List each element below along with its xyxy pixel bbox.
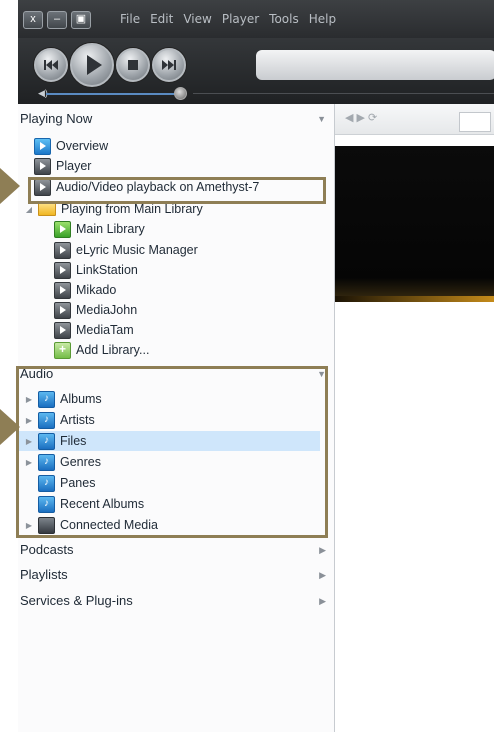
sidebar-item-label: Mikado [76,283,117,297]
now-playing-display [256,50,494,80]
highlight-frame-audio [16,366,328,538]
sidebar-item-label: Main Library [76,222,145,236]
sidebar-item-label: MediaJohn [76,303,138,317]
content-pane: ◀ ▶ ⟳ [335,104,494,732]
library-green-icon [54,220,71,238]
library-gray-icon [54,301,71,319]
expand-arrow-icon[interactable]: ▶ [319,545,326,556]
close-window-button[interactable]: x [23,11,43,29]
transport-bar: ◀) [18,38,494,104]
volume-slider-handle[interactable] [174,87,187,100]
minimize-window-button[interactable]: – [47,11,67,29]
expand-arrow-icon[interactable]: ◢ [24,205,34,214]
seek-bar[interactable] [193,93,494,94]
sidebar-item-label: Playing from Main Library [61,202,203,216]
menu-help[interactable]: Help [309,12,336,26]
sidebar-item-mikado[interactable]: Mikado [54,280,116,300]
stop-button[interactable] [116,48,150,82]
folder-icon [38,202,56,216]
library-gray-icon [54,261,71,279]
sidebar-item-mediatam[interactable]: MediaTam [54,320,134,340]
volume-slider[interactable] [46,93,176,95]
section-label: Podcasts [20,542,74,557]
play-button[interactable] [70,43,114,87]
library-gray-icon [54,241,71,259]
sidebar-item-overview[interactable]: Overview [34,136,108,156]
section-label: Playing Now [20,111,93,126]
library-gray-icon [54,281,71,299]
sidebar-item-elyric[interactable]: eLyric Music Manager [54,240,198,260]
previous-icon [44,60,58,70]
section-playing-now[interactable]: Playing Now ▼ [18,109,334,129]
stop-icon [128,60,138,70]
player-gray-icon [34,157,51,175]
library-gray-icon [54,321,71,339]
sidebar-item-main-library[interactable]: Main Library [54,219,145,239]
restore-window-button[interactable]: ▣ [71,11,91,29]
sidebar-item-label: eLyric Music Manager [76,243,198,257]
playlist-blue-icon [34,137,51,155]
back-forward-refresh-icon[interactable]: ◀ ▶ ⟳ [345,111,377,124]
video-display[interactable] [335,146,494,301]
add-library-icon: + [54,341,71,359]
menu-file[interactable]: File [120,12,140,26]
section-label: Services & Plug-ins [20,593,133,608]
section-playlists[interactable]: Playlists ▶ [18,565,334,585]
menu-bar: File Edit View Player Tools Help [120,12,336,26]
sidebar-item-label: MediaTam [76,323,134,337]
section-podcasts[interactable]: Podcasts ▶ [18,540,334,560]
previous-button[interactable] [34,48,68,82]
menu-view[interactable]: View [183,12,211,26]
expand-arrow-icon[interactable]: ▶ [319,570,326,581]
sidebar-item-linkstation[interactable]: LinkStation [54,260,138,280]
section-services-plugins[interactable]: Services & Plug-ins ▶ [18,591,334,611]
title-bar: x – ▣ File Edit View Player Tools Help [18,0,494,38]
sidebar-item-label: Overview [56,139,109,153]
section-label: Playlists [20,567,68,582]
menu-edit[interactable]: Edit [150,12,173,26]
sidebar-item-label: Add Library... [76,343,150,357]
window-controls: x – ▣ [23,11,91,29]
sidebar-item-mediajohn[interactable]: MediaJohn [54,300,137,320]
content-toolbar: ◀ ▶ ⟳ [335,104,494,135]
menu-player[interactable]: Player [222,12,259,26]
collapse-arrow-icon[interactable]: ▼ [317,114,326,124]
play-icon [87,55,102,75]
expand-arrow-icon[interactable]: ▶ [319,596,326,607]
callout-arrow-top [0,168,20,204]
sidebar-item-add-library[interactable]: + Add Library... [54,340,149,360]
sidebar-item-label: LinkStation [76,263,138,277]
next-icon [162,60,176,70]
video-highlight [335,296,494,302]
content-tab[interactable] [459,112,491,132]
sidebar-item-player[interactable]: Player [34,156,91,176]
sidebar-item-label: Player [56,159,92,173]
next-button[interactable] [152,48,186,82]
highlight-frame-zone [28,177,326,204]
menu-tools[interactable]: Tools [269,12,299,26]
